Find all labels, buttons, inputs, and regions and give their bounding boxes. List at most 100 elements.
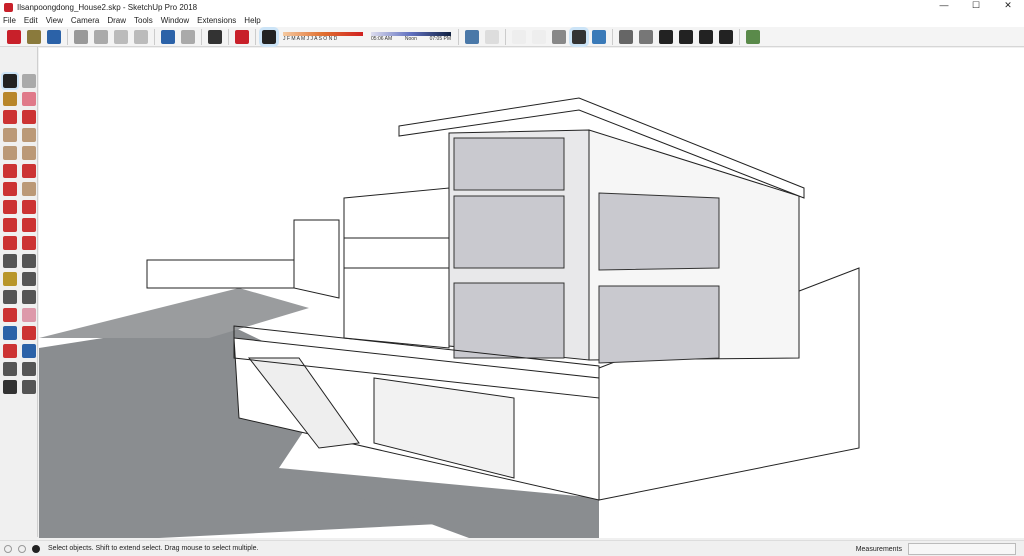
position-camera-icon[interactable] <box>3 362 17 376</box>
3d-text-icon[interactable] <box>22 290 36 304</box>
print-icon[interactable] <box>208 29 222 44</box>
shadow-time-slider[interactable]: 05:06 AM Noon 07:05 PM <box>371 31 451 42</box>
menu-camera[interactable]: Camera <box>71 16 99 25</box>
paste-icon[interactable] <box>114 29 128 44</box>
push-pull-icon[interactable] <box>22 200 36 214</box>
monochrome-icon[interactable] <box>592 29 606 44</box>
status-message: Select objects. Shift to extend select. … <box>48 545 259 552</box>
main-toolbar: J F M A M J J A S O N D 05:06 AM Noon 07:05… <box>0 26 1024 47</box>
back-edges-icon[interactable] <box>485 29 499 44</box>
menu-help[interactable]: Help <box>244 16 260 25</box>
redo-icon[interactable] <box>181 29 195 44</box>
protractor-icon[interactable] <box>3 272 17 286</box>
credits-icon[interactable] <box>18 544 26 553</box>
save-icon[interactable] <box>47 29 61 44</box>
two-point-arc-icon[interactable] <box>22 164 36 178</box>
menu-edit[interactable]: Edit <box>24 16 38 25</box>
menu-file[interactable]: File <box>3 16 16 25</box>
menu-window[interactable]: Window <box>161 16 189 25</box>
axes-icon[interactable] <box>3 290 17 304</box>
toolbar-separator <box>255 28 256 45</box>
zoom-icon[interactable] <box>3 326 17 340</box>
rotated-rectangle-icon[interactable] <box>22 128 36 142</box>
line-icon[interactable] <box>3 110 17 124</box>
user-icon[interactable] <box>32 544 40 553</box>
window <box>598 285 720 364</box>
look-around-icon[interactable] <box>22 362 36 376</box>
time-start: 05:06 AM <box>371 35 393 42</box>
toolbar-separator <box>201 28 202 45</box>
pan-icon[interactable] <box>22 308 36 322</box>
dimension-icon[interactable] <box>22 254 36 268</box>
rotate-icon[interactable] <box>3 218 17 232</box>
erase-icon[interactable] <box>134 29 148 44</box>
tape-measure-icon[interactable] <box>3 254 17 268</box>
circle-icon[interactable] <box>3 146 17 160</box>
hidden-line-icon[interactable] <box>532 29 546 44</box>
zoom-window-icon[interactable] <box>22 326 36 340</box>
menu-draw[interactable]: Draw <box>107 16 126 25</box>
follow-me-icon[interactable] <box>22 218 36 232</box>
front-view-icon[interactable] <box>659 29 673 44</box>
toolbar-separator <box>228 28 229 45</box>
rectangle-icon[interactable] <box>3 128 17 142</box>
minimize-button[interactable]: — <box>928 0 960 11</box>
measurements-label: Measurements <box>855 545 902 553</box>
menu-extensions[interactable]: Extensions <box>197 16 236 25</box>
model-info-icon[interactable] <box>235 29 249 44</box>
arc-icon[interactable] <box>3 164 17 178</box>
open-icon[interactable] <box>27 29 41 44</box>
three-point-arc-icon[interactable] <box>3 182 17 196</box>
zoom-extents-icon[interactable] <box>3 344 17 358</box>
close-button[interactable]: ✕ <box>992 0 1024 11</box>
copy-icon[interactable] <box>94 29 108 44</box>
cut-icon[interactable] <box>74 29 88 44</box>
move-icon[interactable] <box>3 200 17 214</box>
section-plane-icon[interactable] <box>22 380 36 394</box>
time-end: 07:05 PM <box>429 35 451 42</box>
warehouse-icon[interactable] <box>746 29 760 44</box>
shaded-textures-icon[interactable] <box>569 26 589 47</box>
orbit-icon[interactable] <box>3 308 17 322</box>
window <box>453 137 565 191</box>
measurements-input[interactable] <box>908 543 1016 555</box>
wireframe-icon[interactable] <box>512 29 526 44</box>
top-view-icon[interactable] <box>639 29 653 44</box>
status-bar: Select objects. Shift to extend select. … <box>0 540 1024 556</box>
undo-icon[interactable] <box>161 29 175 44</box>
walk-icon[interactable] <box>3 380 17 394</box>
toolbar-separator <box>154 28 155 45</box>
3d-viewport[interactable] <box>39 48 1024 538</box>
text-icon[interactable] <box>22 272 36 286</box>
menu-view[interactable]: View <box>46 16 63 25</box>
scale-icon[interactable] <box>3 236 17 250</box>
left-view-icon[interactable] <box>719 29 733 44</box>
title-bar: Ilsanpoongdong_House2.skp - SketchUp Pro… <box>0 0 1024 14</box>
menu-bar: File Edit View Camera Draw Tools Window Extensi… <box>0 14 1024 27</box>
back-view-icon[interactable] <box>699 29 713 44</box>
paint-bucket-icon[interactable] <box>3 92 17 106</box>
pie-icon[interactable] <box>22 182 36 196</box>
new-icon[interactable] <box>7 29 21 44</box>
eraser-icon[interactable] <box>22 92 36 106</box>
toolbar-separator <box>612 28 613 45</box>
maximize-button[interactable]: ☐ <box>960 0 992 11</box>
sketchup-logo-icon <box>4 2 13 12</box>
menu-tools[interactable]: Tools <box>134 16 153 25</box>
freehand-icon[interactable] <box>22 110 36 124</box>
previous-icon[interactable] <box>22 344 36 358</box>
geolocation-icon[interactable] <box>4 544 12 553</box>
right-view-icon[interactable] <box>679 29 693 44</box>
make-component-icon[interactable] <box>22 74 36 88</box>
toolbar-separator <box>505 28 506 45</box>
window <box>453 195 565 269</box>
select-tool-icon[interactable] <box>1 72 19 90</box>
iso-view-icon[interactable] <box>619 29 633 44</box>
offset-icon[interactable] <box>22 236 36 250</box>
shaded-icon[interactable] <box>552 29 566 44</box>
shadows-toggle-icon[interactable] <box>259 26 279 47</box>
slope-shadow <box>39 288 309 338</box>
shadow-date-slider[interactable]: J F M A M J J A S O N D <box>283 31 363 42</box>
xray-icon[interactable] <box>465 29 479 44</box>
polygon-icon[interactable] <box>22 146 36 160</box>
